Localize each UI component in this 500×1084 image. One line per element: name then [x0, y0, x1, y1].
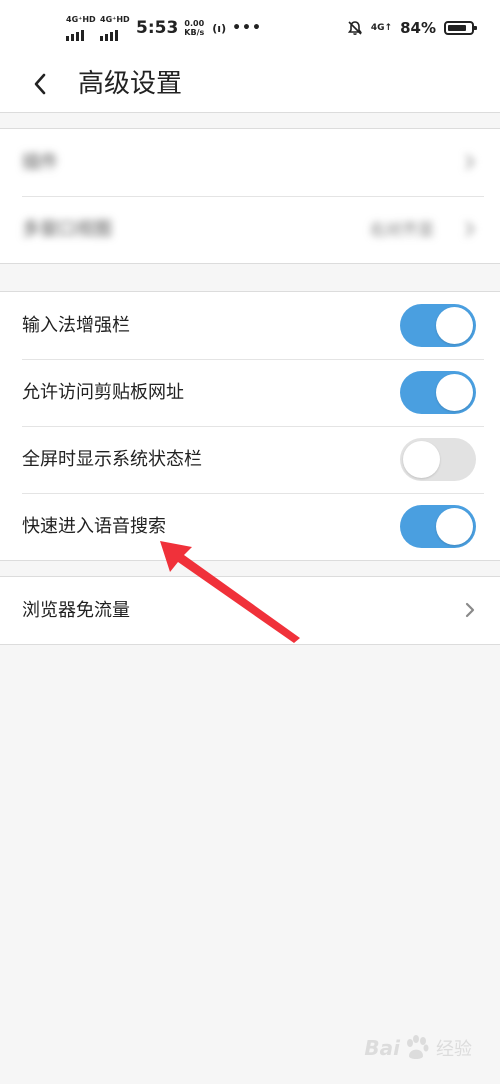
watermark-label: 经验: [436, 1039, 472, 1060]
clipboard-url-toggle[interactable]: [400, 371, 476, 414]
status-bar-left: 4G⁺HD 4G⁺HD 5:53 0.00 KB/s (ı) •••: [66, 14, 262, 42]
settings-row-ime-bar: 输入法增强栏: [0, 292, 500, 359]
fullscreen-statusbar-toggle[interactable]: [400, 438, 476, 481]
more-notifications-icon: •••: [232, 20, 262, 36]
chevron-right-icon: [466, 222, 475, 236]
settings-row-label: 浏览器免流量: [22, 600, 130, 621]
chevron-left-icon: [34, 73, 46, 95]
signal-icon-sim1: 4G⁺HD: [66, 15, 96, 41]
hotspot-icon: (ı): [212, 21, 227, 35]
chevron-right-icon: [465, 602, 475, 618]
watermark-brand: Bai: [364, 1036, 400, 1060]
network-speed-unit: KB/s: [184, 28, 205, 37]
settings-group-general: 插件 多窗口视图 右对齐显: [0, 128, 500, 264]
status-bar: 4G⁺HD 4G⁺HD 5:53 0.00 KB/s (ı) ••• 4G↑ 8…: [0, 0, 500, 56]
battery-level-fill: [448, 25, 467, 31]
settings-row-label: 多窗口视图: [22, 219, 112, 240]
settings-row-fullscreen-statusbar: 全屏时显示系统状态栏: [0, 426, 500, 493]
network-speed: 0.00 KB/s: [184, 19, 204, 37]
settings-group-traffic: 浏览器免流量: [0, 576, 500, 645]
voice-search-toggle[interactable]: [400, 505, 476, 548]
app-header: 高级设置: [0, 56, 500, 113]
toggle-knob: [403, 441, 440, 478]
signal-icon-sim2: 4G⁺HD: [100, 15, 130, 41]
toggle-knob: [436, 508, 473, 545]
settings-row-label: 输入法增强栏: [22, 315, 130, 336]
battery-percentage: 84%: [400, 19, 436, 37]
toggle-knob: [436, 307, 473, 344]
settings-row-free-traffic[interactable]: 浏览器免流量: [0, 577, 500, 644]
toggle-knob: [436, 374, 473, 411]
baidu-watermark: Bai 经验: [364, 1034, 472, 1062]
page-title: 高级设置: [78, 69, 183, 99]
settings-group-toggles: 输入法增强栏 允许访问剪贴板网址 全屏时显示系统状态栏 快速进入语音搜索: [0, 291, 500, 561]
status-bar-right: 4G↑ 84%: [347, 14, 477, 42]
back-button[interactable]: [22, 66, 58, 102]
mobile-data-icon: 4G↑: [370, 23, 393, 33]
network-type-label: 4G⁺HD: [66, 15, 96, 24]
settings-row-label: 插件: [22, 152, 58, 173]
settings-row-clipboard-url: 允许访问剪贴板网址: [0, 359, 500, 426]
bell-off-icon: [347, 21, 362, 35]
chevron-right-icon: [466, 155, 475, 169]
settings-row-plugins[interactable]: 插件: [0, 129, 500, 196]
network-speed-value: 0.00: [184, 19, 205, 28]
paw-logo-icon: [407, 1035, 429, 1059]
settings-row-label: 快速进入语音搜索: [22, 516, 166, 537]
settings-row-label: 允许访问剪贴板网址: [22, 382, 184, 403]
ime-bar-toggle[interactable]: [400, 304, 476, 347]
network-type-label: 4G⁺HD: [100, 15, 130, 24]
battery-icon: [444, 21, 477, 35]
settings-row-multiwindow[interactable]: 多窗口视图 右对齐显: [0, 196, 500, 263]
settings-row-voice-search: 快速进入语音搜索: [0, 493, 500, 560]
status-time: 5:53: [136, 18, 179, 38]
settings-row-label: 全屏时显示系统状态栏: [22, 449, 202, 470]
settings-row-value: 右对齐显: [369, 220, 434, 239]
